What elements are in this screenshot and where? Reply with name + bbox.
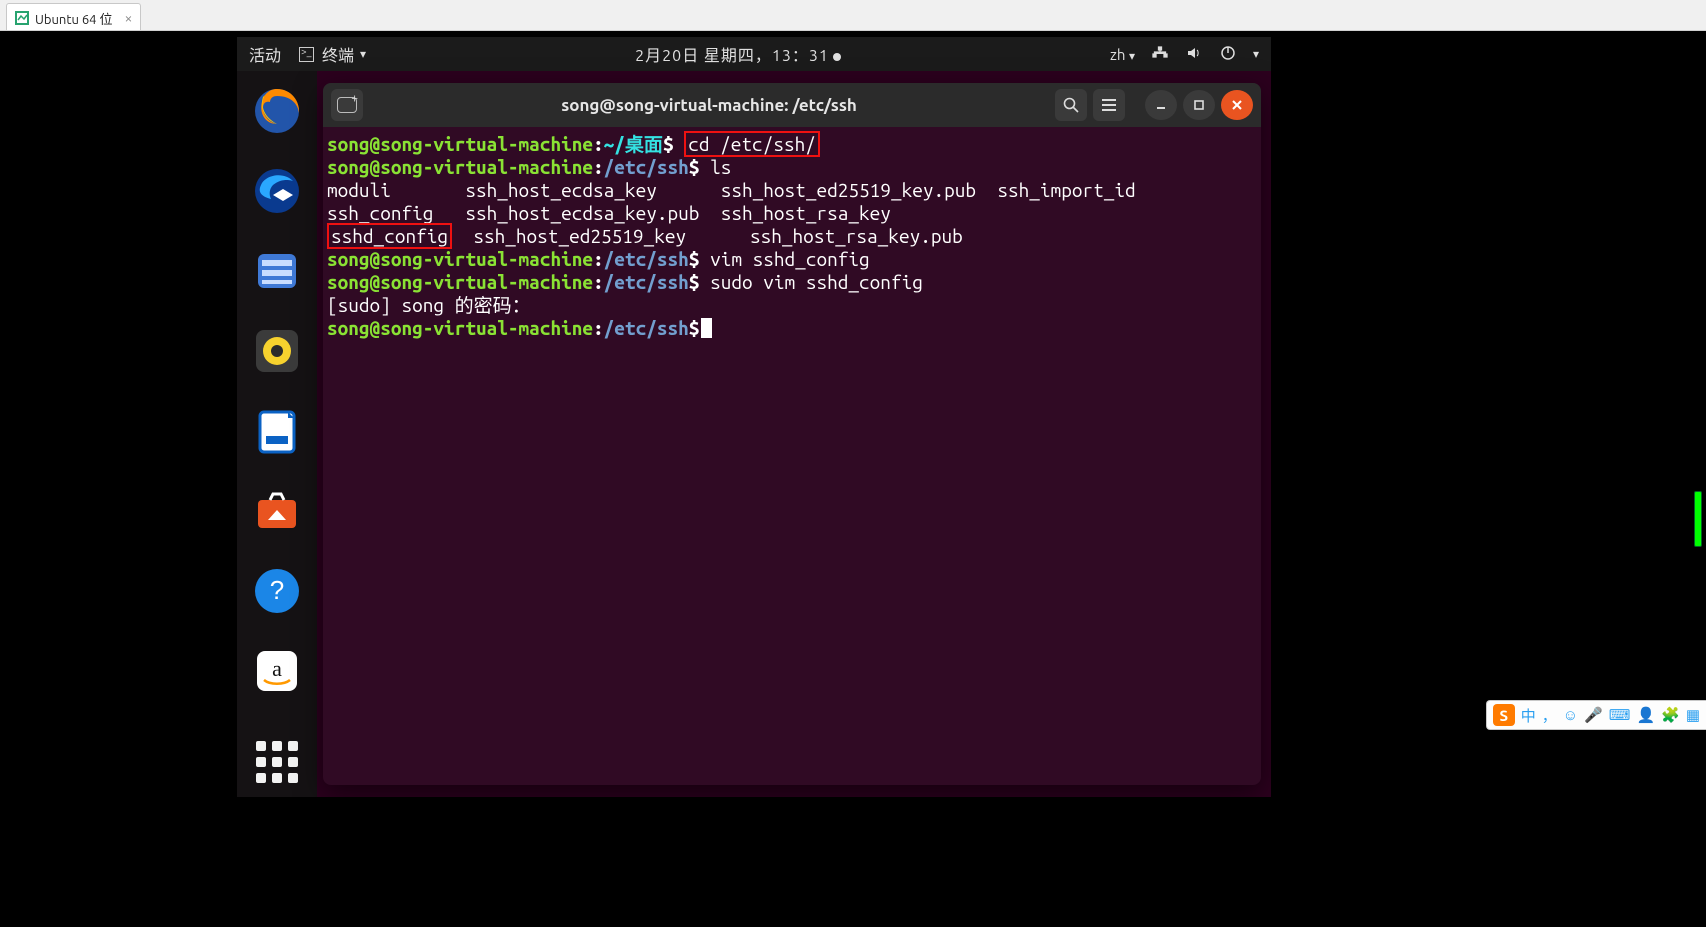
dock-help[interactable]: ? [249, 563, 305, 619]
ime-toolbar[interactable]: S 中 ， ☺ 🎤 ⌨ 👤 🧩 ▦ [1486, 700, 1706, 730]
ime-keyboard-icon[interactable]: ⌨ [1609, 706, 1631, 724]
show-applications-icon[interactable] [256, 741, 298, 783]
input-source-indicator[interactable]: zh ▾ [1110, 46, 1135, 63]
ls-c2r1: ssh_host_ecdsa_key [465, 179, 657, 201]
window-maximize-button[interactable] [1183, 90, 1215, 120]
svg-text:?: ? [270, 575, 284, 605]
window-close-button[interactable] [1221, 90, 1253, 120]
terminal-title: song@song-virtual-machine: /etc/ssh [369, 96, 1049, 115]
close-icon [1230, 98, 1244, 112]
vm-area: S 中 ， ☺ 🎤 ⌨ 👤 🧩 ▦ 活动 终端 ▾ 2月20日 星期四，13：3… [0, 31, 1706, 927]
prompt-userhost: song@song-virtual-machine [327, 248, 593, 270]
vm-icon [15, 11, 29, 25]
ime-voice-icon[interactable]: 🎤 [1584, 706, 1603, 724]
dock-amazon[interactable]: a [249, 643, 305, 699]
dock: ? a [237, 71, 317, 797]
ime-skin-icon[interactable]: 🧩 [1661, 706, 1680, 724]
gnome-top-bar: 活动 终端 ▾ 2月20日 星期四，13：31 zh ▾ ▾ [237, 37, 1271, 71]
window-minimize-button[interactable] [1145, 90, 1177, 120]
clock[interactable]: 2月20日 星期四，13：31 [366, 42, 1110, 66]
terminal-cursor-icon [701, 318, 712, 338]
hamburger-menu-button[interactable] [1093, 89, 1125, 121]
dock-rhythmbox[interactable] [249, 323, 305, 379]
ime-grid-icon[interactable]: ▦ [1686, 706, 1700, 724]
ime-emoji-icon[interactable]: ☺ [1563, 706, 1578, 724]
dock-files[interactable] [249, 243, 305, 299]
clock-label: 2月20日 星期四，13：31 [635, 47, 829, 65]
ls-c1r2: ssh_config [327, 202, 433, 224]
terminal-window: song@song-virtual-machine: /etc/ssh song… [323, 83, 1261, 785]
input-source-label: zh [1110, 46, 1125, 63]
sogou-logo-icon[interactable]: S [1493, 704, 1515, 726]
sudo-prompt: [sudo] song 的密码： [327, 294, 531, 316]
dock-thunderbird[interactable] [249, 163, 305, 219]
power-icon[interactable] [1219, 44, 1237, 65]
guest-desktop: 活动 终端 ▾ 2月20日 星期四，13：31 zh ▾ ▾ [237, 37, 1271, 797]
svg-text:a: a [272, 656, 282, 681]
search-icon [1062, 96, 1080, 114]
app-menu-label: 终端 [322, 42, 354, 66]
vm-tab-close-icon[interactable]: × [124, 10, 132, 26]
vm-tab-ubuntu[interactable]: Ubuntu 64 位 × [6, 3, 141, 30]
cmd-ls: ls [710, 156, 731, 178]
maximize-icon [1192, 98, 1206, 112]
hamburger-icon [1100, 98, 1118, 112]
highlight-cd-command: cd /etc/ssh/ [684, 131, 820, 157]
highlight-sshd-config: sshd_config [327, 223, 452, 249]
prompt-path-ssh: /etc/ssh [604, 317, 689, 339]
new-tab-button[interactable] [331, 89, 363, 121]
search-button[interactable] [1055, 89, 1087, 121]
network-icon[interactable] [1151, 44, 1169, 65]
prompt-userhost: song@song-virtual-machine [327, 271, 593, 293]
chevron-down-icon: ▾ [1129, 50, 1135, 63]
ls-c3r2: ssh_host_rsa_key [721, 202, 891, 224]
prompt-path-ssh: /etc/ssh [604, 248, 689, 270]
app-menu-terminal[interactable]: 终端 ▾ [299, 42, 366, 66]
prompt-userhost: song@song-virtual-machine [327, 156, 593, 178]
ls-c2r3: ssh_host_ed25519_key [473, 225, 686, 247]
prompt-path-ssh: /etc/ssh [604, 271, 689, 293]
terminal-titlebar[interactable]: song@song-virtual-machine: /etc/ssh [323, 83, 1261, 127]
ime-user-icon[interactable]: 👤 [1636, 706, 1655, 724]
prompt-path-ssh: /etc/ssh [604, 156, 689, 178]
ls-c3r1: ssh_host_ed25519_key.pub [721, 179, 976, 201]
ls-c1r1: moduli [327, 179, 391, 201]
terminal-body[interactable]: song@song-virtual-machine:~/桌面$ cd /etc/… [323, 127, 1261, 785]
system-menu-chevron-icon[interactable]: ▾ [1253, 47, 1259, 61]
new-tab-icon [337, 97, 357, 113]
prompt-userhost: song@song-virtual-machine [327, 317, 593, 339]
vm-tab-label: Ubuntu 64 位 [35, 9, 112, 28]
ls-c2r2: ssh_host_ecdsa_key.pub [465, 202, 699, 224]
ime-punct-icon[interactable]: ， [1542, 705, 1557, 726]
ls-c4r1: ssh_import_id [997, 179, 1135, 201]
cmd-vim: vim sshd_config [710, 248, 870, 270]
minimize-icon [1154, 98, 1168, 112]
dock-firefox[interactable] [249, 83, 305, 139]
ime-lang-icon[interactable]: 中 [1521, 705, 1536, 726]
volume-icon[interactable] [1185, 44, 1203, 65]
terminal-icon [299, 47, 314, 62]
notification-dot-icon [833, 53, 841, 61]
ls-c3r3: ssh_host_rsa_key.pub [750, 225, 963, 247]
dock-ubuntu-software[interactable] [249, 483, 305, 539]
vm-tab-strip: Ubuntu 64 位 × [0, 0, 1706, 31]
prompt-userhost: song@song-virtual-machine [327, 133, 593, 155]
cmd-sudo-vim: sudo vim sshd_config [710, 271, 923, 293]
cpu-meter-icon [1694, 491, 1702, 547]
activities-button[interactable]: 活动 [249, 42, 281, 66]
prompt-path-home: ~/桌面 [604, 133, 663, 155]
dock-libreoffice-writer[interactable] [249, 403, 305, 459]
